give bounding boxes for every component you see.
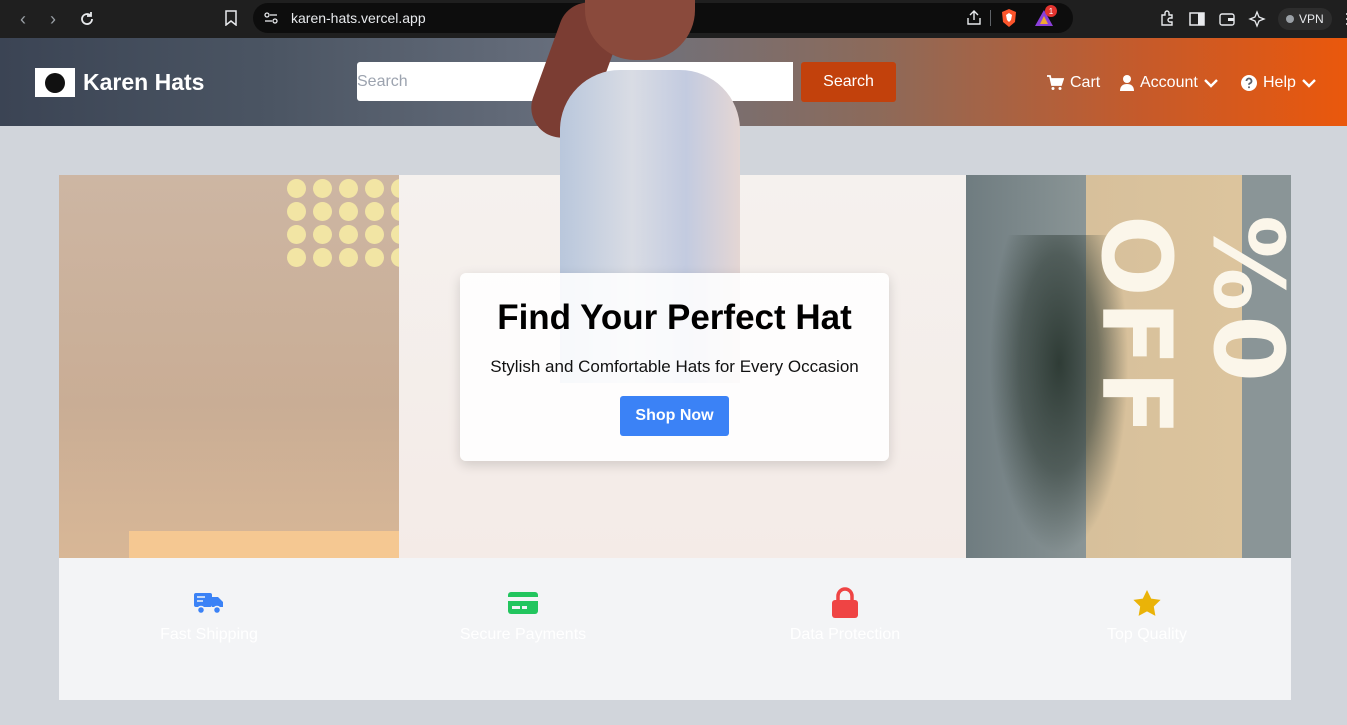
sidebar-icon[interactable]: [1188, 10, 1206, 28]
forward-icon[interactable]: ›: [40, 6, 66, 32]
truck-icon: [192, 588, 226, 618]
question-circle-icon: [1241, 75, 1257, 91]
cart-icon: [1047, 75, 1064, 90]
vpn-button[interactable]: VPN: [1278, 8, 1332, 30]
share-icon[interactable]: [965, 9, 983, 27]
search-button[interactable]: Search: [801, 62, 896, 102]
extensions-icon[interactable]: [1158, 10, 1176, 28]
chevron-down-icon: [1203, 79, 1218, 88]
leo-ai-icon[interactable]: [1248, 10, 1266, 28]
star-icon: [1130, 588, 1164, 618]
divider: [990, 10, 991, 26]
chevron-down-icon: [1302, 79, 1316, 88]
account-menu[interactable]: Account: [1120, 72, 1218, 94]
rewards-badge: 1: [1045, 5, 1057, 17]
help-label: Help: [1263, 74, 1296, 91]
sale-banner-text: %0 OFF: [1080, 215, 1291, 440]
feature-label: Top Quality: [1106, 626, 1188, 643]
vpn-label: VPN: [1299, 12, 1324, 26]
brand-name[interactable]: Karen Hats: [83, 69, 204, 96]
hero-title: Find Your Perfect Hat: [497, 298, 852, 337]
lock-icon: [828, 587, 862, 618]
vpn-status-icon: [1286, 15, 1294, 23]
reload-icon[interactable]: [74, 6, 100, 32]
features-bar: Fast Shipping Secure Payments Data Prote…: [59, 558, 1291, 700]
hero-subtitle: Stylish and Comfortable Hats for Every O…: [490, 357, 859, 376]
credit-card-icon: [506, 588, 540, 618]
url-text: karen-hats.vercel.app: [291, 10, 426, 26]
back-icon[interactable]: ‹: [10, 6, 36, 32]
feature-label: Secure Payments: [459, 626, 587, 643]
logo[interactable]: [35, 68, 75, 97]
bookmark-icon[interactable]: [220, 6, 242, 30]
hat-logo-icon: [45, 72, 65, 93]
brave-shields-icon[interactable]: [1000, 8, 1018, 28]
shop-now-button[interactable]: Shop Now: [620, 396, 729, 436]
user-icon: [1120, 75, 1134, 91]
cart-label: Cart: [1070, 74, 1101, 91]
hero-callout: Find Your Perfect Hat Stylish and Comfor…: [460, 273, 889, 461]
feature-label: Fast Shipping: [160, 626, 258, 643]
site-settings-icon[interactable]: [263, 10, 279, 26]
feature-label: Data Protection: [789, 626, 901, 643]
cart-link[interactable]: Cart: [1046, 72, 1100, 94]
feature-fast-shipping: Fast Shipping: [109, 588, 309, 644]
account-label: Account: [1140, 74, 1198, 91]
help-menu[interactable]: Help: [1241, 72, 1316, 94]
feature-data-protection: Data Protection: [745, 587, 945, 644]
feature-secure-payments: Secure Payments: [423, 588, 623, 644]
wallet-icon[interactable]: [1218, 10, 1236, 28]
feature-top-quality: Top Quality: [1047, 588, 1247, 644]
